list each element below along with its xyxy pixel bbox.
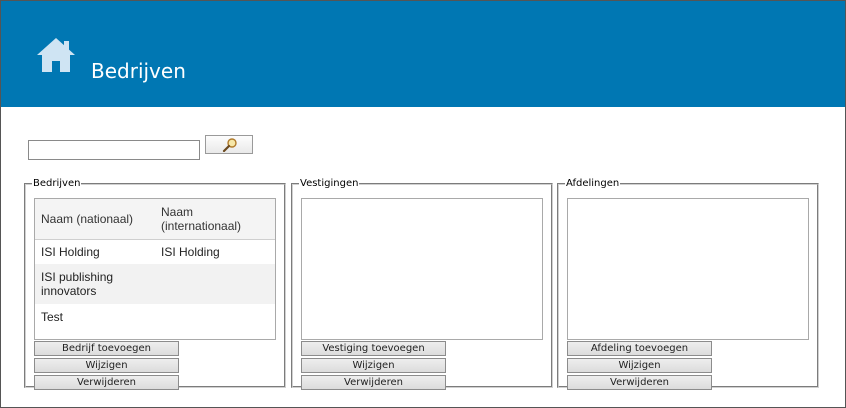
cell-international-name xyxy=(155,264,275,304)
companies-table: Naam (nationaal) Naam (internationaal) I… xyxy=(35,199,275,330)
edit-location-button[interactable]: Wijzigen xyxy=(301,358,446,373)
add-company-button[interactable]: Bedrijf toevoegen xyxy=(34,341,179,356)
table-row[interactable]: Test xyxy=(35,304,275,330)
departments-legend: Afdelingen xyxy=(566,178,620,189)
delete-location-button[interactable]: Verwijderen xyxy=(301,375,446,390)
magnifier-icon xyxy=(222,138,237,152)
cell-national-name: ISI publishing innovators xyxy=(35,264,155,304)
add-location-button[interactable]: Vestiging toevoegen xyxy=(301,341,446,356)
header-bar: Bedrijven xyxy=(1,1,845,107)
table-header-row: Naam (nationaal) Naam (internationaal) xyxy=(35,199,275,240)
edit-company-button[interactable]: Wijzigen xyxy=(34,358,179,373)
add-department-button[interactable]: Afdeling toevoegen xyxy=(567,341,712,356)
delete-company-button[interactable]: Verwijderen xyxy=(34,375,179,390)
column-header-international-name[interactable]: Naam (internationaal) xyxy=(155,199,275,240)
edit-department-button[interactable]: Wijzigen xyxy=(567,358,712,373)
column-header-national-name[interactable]: Naam (nationaal) xyxy=(35,199,155,240)
delete-department-button[interactable]: Verwijderen xyxy=(567,375,712,390)
companies-grid: Naam (nationaal) Naam (internationaal) I… xyxy=(34,198,276,340)
departments-list[interactable] xyxy=(567,198,809,340)
locations-actions: Vestiging toevoegen Wijzigen Verwijderen xyxy=(301,341,447,392)
cell-international-name: ISI Holding xyxy=(155,239,275,264)
cell-national-name: Test xyxy=(35,304,155,330)
companies-actions: Bedrijf toevoegen Wijzigen Verwijderen xyxy=(34,341,180,392)
locations-list[interactable] xyxy=(301,198,543,340)
locations-legend: Vestigingen xyxy=(300,178,359,189)
table-row[interactable]: ISI publishing innovators xyxy=(35,264,275,304)
home-icon[interactable] xyxy=(36,37,76,73)
page-title: Bedrijven xyxy=(91,59,186,83)
locations-panel: Vestigingen Vestiging toevoegen Wijzigen… xyxy=(291,178,553,390)
companies-legend: Bedrijven xyxy=(33,178,81,189)
cell-national-name: ISI Holding xyxy=(35,239,155,264)
search-button[interactable] xyxy=(205,135,253,154)
cell-international-name xyxy=(155,304,275,330)
companies-panel: Bedrijven Naam (nationaal) Naam (interna… xyxy=(24,178,286,390)
departments-actions: Afdeling toevoegen Wijzigen Verwijderen xyxy=(567,341,713,392)
search-input[interactable] xyxy=(28,140,200,160)
departments-panel: Afdelingen Afdeling toevoegen Wijzigen V… xyxy=(557,178,819,390)
table-row[interactable]: ISI Holding ISI Holding xyxy=(35,239,275,264)
